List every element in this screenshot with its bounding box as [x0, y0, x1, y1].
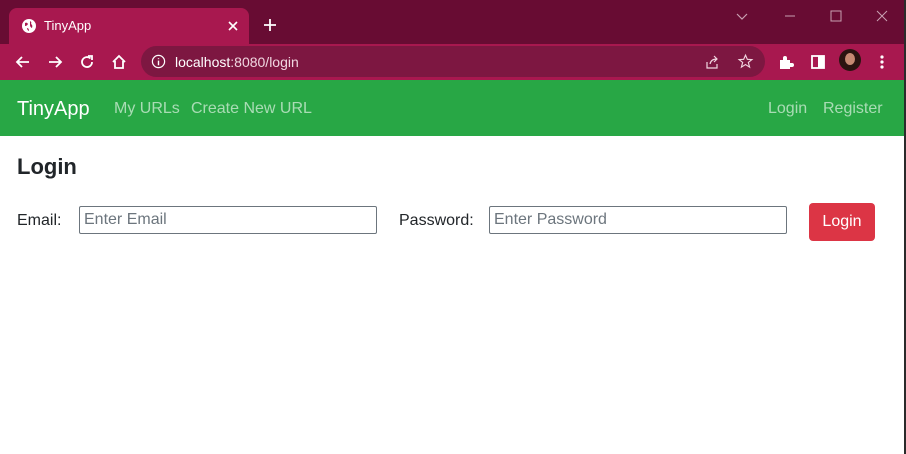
- tab-title: TinyApp: [44, 18, 92, 33]
- email-field[interactable]: [79, 206, 377, 234]
- url-host: localhost: [175, 54, 231, 70]
- info-icon[interactable]: [151, 54, 166, 69]
- reload-icon[interactable]: [78, 53, 96, 71]
- password-field[interactable]: [489, 206, 787, 234]
- extensions-icon[interactable]: [777, 53, 795, 71]
- maximize-icon[interactable]: [828, 8, 844, 24]
- home-icon[interactable]: [110, 53, 128, 71]
- password-label: Password:: [399, 212, 474, 229]
- close-icon[interactable]: [225, 18, 241, 34]
- share-icon[interactable]: [705, 54, 721, 70]
- url-path: :8080/login: [230, 54, 299, 70]
- plus-icon[interactable]: [261, 16, 279, 34]
- back-arrow-icon[interactable]: [14, 53, 32, 71]
- window-close-icon[interactable]: [874, 8, 890, 24]
- address-bar[interactable]: localhost:8080/login: [141, 46, 765, 77]
- email-label: Email:: [17, 212, 62, 229]
- browser-toolbar: localhost:8080/login: [0, 44, 906, 80]
- avatar-face: [845, 53, 855, 65]
- star-icon[interactable]: [737, 53, 754, 70]
- profile-avatar[interactable]: [839, 49, 861, 71]
- nav-my-urls[interactable]: My URLs: [114, 100, 180, 118]
- nav-register[interactable]: Register: [823, 100, 883, 118]
- more-menu-icon[interactable]: [873, 53, 891, 71]
- browser-tab-tinyapp[interactable]: TinyApp: [9, 8, 249, 44]
- globe-icon: [22, 19, 36, 33]
- page-content: Login Email: Password: Login: [0, 136, 906, 454]
- site-navbar: TinyApp My URLs Create New URL Login Reg…: [0, 80, 906, 136]
- login-button[interactable]: Login: [809, 203, 875, 241]
- url-text[interactable]: localhost:8080/login: [175, 54, 299, 70]
- chevron-down-icon[interactable]: [734, 8, 750, 24]
- nav-login[interactable]: Login: [768, 100, 807, 118]
- page-title: Login: [17, 154, 77, 179]
- brand-link[interactable]: TinyApp: [17, 98, 90, 121]
- minimize-icon[interactable]: [782, 8, 798, 24]
- browser-titlebar: TinyApp: [0, 0, 906, 44]
- forward-arrow-icon[interactable]: [46, 53, 64, 71]
- side-panel-icon[interactable]: [809, 53, 827, 71]
- nav-create-new-url[interactable]: Create New URL: [191, 100, 312, 118]
